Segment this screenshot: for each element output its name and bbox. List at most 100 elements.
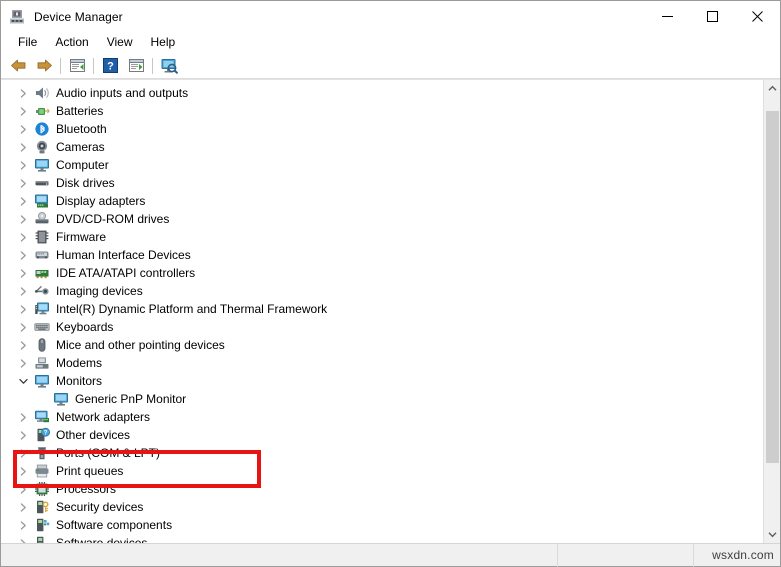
chevron-right-icon[interactable] <box>15 138 31 156</box>
tree-item[interactable]: ? Other devices <box>1 426 763 444</box>
chevron-right-icon[interactable] <box>15 354 31 372</box>
scan-hardware-changes-button[interactable] <box>156 55 182 77</box>
chevron-right-icon[interactable] <box>15 480 31 498</box>
chevron-right-icon[interactable] <box>15 192 31 210</box>
tree-item[interactable]: Monitors <box>1 372 763 390</box>
chevron-right-icon[interactable] <box>15 210 31 228</box>
menu-item-view[interactable]: View <box>98 33 142 52</box>
scroll-up-arrow[interactable] <box>763 80 780 97</box>
menu-bar: File Action View Help <box>1 32 780 53</box>
separator-3 <box>152 57 153 74</box>
tree-item[interactable]: Bluetooth <box>1 120 763 138</box>
tree-item[interactable]: Batteries <box>1 102 763 120</box>
tree-item[interactable]: Mice and other pointing devices <box>1 336 763 354</box>
tree-item[interactable]: Display adapters <box>1 192 763 210</box>
menu-item-help[interactable]: Help <box>142 33 185 52</box>
tree-item-label: Software components <box>56 518 173 532</box>
help-button[interactable]: ? <box>97 55 123 77</box>
scroll-thumb[interactable] <box>765 111 779 463</box>
tree-item-label: Software devices <box>56 536 148 543</box>
mouse-icon <box>34 337 50 353</box>
chevron-right-icon[interactable] <box>15 264 31 282</box>
tree-item-label: Cameras <box>56 140 105 154</box>
tree-item[interactable]: Modems <box>1 354 763 372</box>
keyboard-icon <box>34 319 50 335</box>
tree-item[interactable]: Firmware <box>1 228 763 246</box>
chevron-right-icon[interactable] <box>15 534 31 543</box>
chevron-right-icon[interactable] <box>15 498 31 516</box>
tree-item[interactable]: Ports (COM & LPT) <box>1 444 763 462</box>
scroll-track[interactable] <box>764 97 781 526</box>
chevron-right-icon[interactable] <box>15 174 31 192</box>
tree-item[interactable]: Cameras <box>1 138 763 156</box>
svg-text:?: ? <box>107 61 114 73</box>
separator-1 <box>60 57 61 74</box>
status-cell-3: wsxdn.com <box>693 543 780 567</box>
tree-item[interactable]: Security devices <box>1 498 763 516</box>
chevron-right-icon[interactable] <box>15 462 31 480</box>
chevron-right-icon[interactable] <box>15 84 31 102</box>
chevron-right-icon[interactable] <box>15 246 31 264</box>
svg-text:?: ? <box>44 431 48 437</box>
maximize-button[interactable] <box>690 1 735 32</box>
tree-item[interactable]: Audio inputs and outputs <box>1 84 763 102</box>
forward-button[interactable] <box>31 55 57 77</box>
tree-item[interactable]: Keyboards <box>1 318 763 336</box>
imaging-device-icon <box>34 283 50 299</box>
minimize-button[interactable] <box>645 1 690 32</box>
tree-item[interactable]: Disk drives <box>1 174 763 192</box>
vertical-scrollbar[interactable] <box>763 80 780 543</box>
back-button[interactable] <box>5 55 31 77</box>
status-bar: wsxdn.com <box>1 543 780 567</box>
other-device-icon: ? <box>34 427 51 443</box>
watermark-label: wsxdn.com <box>712 548 774 562</box>
tree-item-label: Security devices <box>56 500 144 514</box>
tree-item[interactable]: Software components <box>1 516 763 534</box>
menu-item-action[interactable]: Action <box>46 33 97 52</box>
tree-item[interactable]: Print queues <box>1 462 763 480</box>
chevron-right-icon[interactable] <box>15 102 31 120</box>
chevron-right-icon[interactable] <box>15 408 31 426</box>
tree-item-label: Intel(R) Dynamic Platform and Thermal Fr… <box>56 302 328 316</box>
chevron-right-icon[interactable] <box>15 516 31 534</box>
chevron-right-icon[interactable] <box>15 228 31 246</box>
close-button[interactable] <box>735 1 780 32</box>
tree-item[interactable]: Intel(R) Dynamic Platform and Thermal Fr… <box>1 300 763 318</box>
battery-icon <box>34 103 50 119</box>
scroll-down-arrow[interactable] <box>763 526 780 543</box>
tree-item[interactable]: IDE ATA/ATAPI controllers <box>1 264 763 282</box>
monitor-icon <box>34 373 50 389</box>
properties-button[interactable] <box>64 55 90 77</box>
tree-item[interactable]: Human Interface Devices <box>1 246 763 264</box>
tree-item-label: Modems <box>56 356 103 370</box>
tree-item-label: Ports (COM & LPT) <box>56 446 161 460</box>
chevron-right-icon[interactable] <box>15 336 31 354</box>
tree-item-label: Audio inputs and outputs <box>56 86 189 100</box>
tree-item-label: Batteries <box>56 104 104 118</box>
tree-item[interactable]: Processors <box>1 480 763 498</box>
chevron-right-icon[interactable] <box>15 120 31 138</box>
tree-item[interactable]: DVD/CD-ROM drives <box>1 210 763 228</box>
tree-item-label: Other devices <box>56 428 131 442</box>
tree-item[interactable]: Network adapters <box>1 408 763 426</box>
update-driver-button[interactable] <box>123 55 149 77</box>
chevron-right-icon[interactable] <box>15 444 31 462</box>
software-device-icon <box>34 535 50 543</box>
chevron-right-icon[interactable] <box>15 318 31 336</box>
hid-gamepad-icon <box>34 247 50 263</box>
tree-item[interactable]: Computer <box>1 156 763 174</box>
tree-item[interactable]: Generic PnP Monitor <box>1 390 763 408</box>
chevron-right-icon[interactable] <box>15 426 31 444</box>
tree-item-label: DVD/CD-ROM drives <box>56 212 170 226</box>
chevron-down-icon[interactable] <box>15 372 31 390</box>
chevron-right-icon[interactable] <box>15 282 31 300</box>
title-bar: Device Manager <box>1 1 780 32</box>
tree-item[interactable]: Imaging devices <box>1 282 763 300</box>
device-tree[interactable]: Audio inputs and outputs Batteries Bluetoo… <box>1 80 763 543</box>
chevron-right-icon[interactable] <box>15 300 31 318</box>
chevron-right-icon[interactable] <box>15 156 31 174</box>
tree-item-label: Imaging devices <box>56 284 143 298</box>
menu-item-file[interactable]: File <box>9 33 46 52</box>
speaker-icon <box>34 85 50 101</box>
tree-item[interactable]: Software devices <box>1 534 763 543</box>
